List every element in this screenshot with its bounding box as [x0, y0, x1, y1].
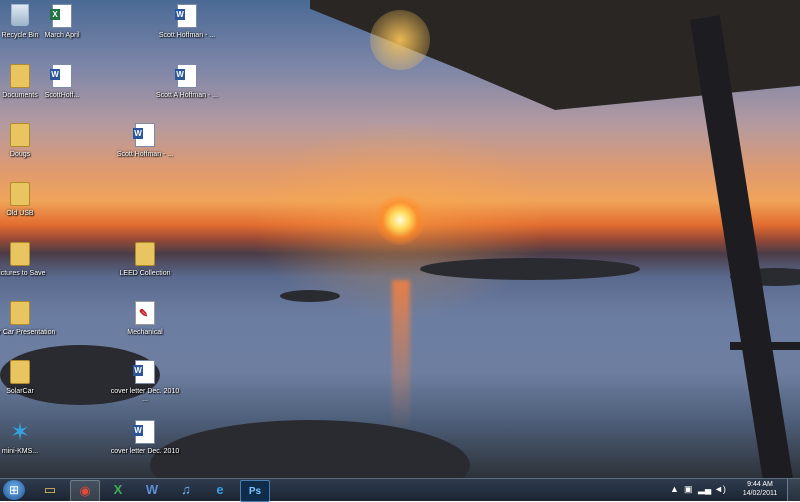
excel-icon: X: [113, 482, 123, 497]
sun: [375, 195, 425, 245]
itunes-icon: ♫: [181, 482, 191, 497]
file-explorer-icon: ▭: [43, 482, 57, 497]
device-icon[interactable]: ▣: [684, 484, 693, 495]
wing-strut-brace: [730, 342, 800, 350]
star-app-icon: ✶: [9, 419, 31, 446]
desktop-icon-label: Dougs: [9, 151, 31, 158]
taskbar-excel[interactable]: X: [104, 480, 132, 500]
folder-icon: [10, 360, 30, 384]
desktop-icon-label: ScottHoff...: [44, 92, 80, 99]
desktop-icon-label: mini-KMS...: [1, 448, 39, 455]
desktop-icon-label: Pictures to Save: [0, 270, 46, 277]
desktop-icon-label: cover letter Dec. 2010: [110, 448, 180, 455]
taskbar-photoshop[interactable]: Ps: [240, 480, 270, 502]
windows-logo-icon: ⊞: [9, 483, 20, 497]
desktop-icon-label: Scott Hoffman - ...: [116, 151, 174, 158]
desktop-icon-solarcar[interactable]: SolarCar: [0, 360, 56, 396]
taskbar-internet-explorer[interactable]: e: [206, 480, 234, 500]
desktop-icon-mechanical[interactable]: ✎ Mechanical: [109, 301, 181, 337]
clock[interactable]: 9:44 AM 14/02/2011: [738, 480, 782, 498]
island: [420, 258, 640, 280]
desktop-icon-mini-kms[interactable]: ✶ mini-KMS...: [0, 420, 56, 456]
folder-icon: [10, 182, 30, 206]
word-file-icon: W: [133, 360, 155, 384]
desktop-icon-old-usb[interactable]: Old USB: [0, 182, 56, 218]
pdf-file-icon: ✎: [135, 301, 155, 325]
sun-reflection: [392, 280, 410, 430]
photoshop-icon: Ps: [248, 486, 262, 497]
taskbar-chrome[interactable]: ◉: [70, 480, 100, 502]
desktop-icon-cover-letter-1[interactable]: W cover letter Dec. 2010 ...: [109, 360, 181, 404]
desktop-icon-solar-car-presentation[interactable]: Solar Car Presentation: [0, 301, 56, 337]
taskbar-file-explorer[interactable]: ▭: [36, 480, 64, 500]
word-file-icon: W: [133, 420, 155, 444]
desktop-icon-label: March April: [44, 32, 80, 39]
show-desktop-button[interactable]: [787, 479, 800, 501]
desktop-icon-dougs[interactable]: Dougs: [0, 123, 56, 159]
word-file-icon: W: [133, 123, 155, 147]
desktop-icon-label: Solar Car Presentation: [0, 329, 56, 336]
desktop-icon-label: Scott A Hoffman - ...: [155, 92, 219, 99]
desktop-icon-pictures-to-save[interactable]: Pictures to Save: [0, 242, 56, 278]
desktop-icon-scott-hoffman-2[interactable]: W Scott Hoffman - ...: [109, 123, 181, 159]
wing-glint: [370, 10, 430, 70]
desktop-icon-scotthoff[interactable]: W ScottHoff...: [26, 64, 98, 100]
chrome-icon: ◉: [79, 483, 91, 498]
desktop-icon-label: cover letter Dec. 2010 ...: [110, 388, 180, 403]
word-file-icon: W: [50, 64, 72, 88]
word-icon: W: [145, 482, 159, 497]
desktop-icon-label: Mechanical: [127, 329, 163, 336]
desktop-icon-label: LEED Collection: [119, 270, 171, 277]
island: [280, 290, 340, 302]
desktop-icon-scott-a-hoffman[interactable]: W Scott A Hoffman - ...: [151, 64, 223, 100]
show-hidden-icons-icon[interactable]: ▲: [670, 484, 679, 494]
desktop-icon-scott-hoffman-1[interactable]: W Scott Hoffman - ...: [151, 4, 223, 40]
folder-icon: [10, 123, 30, 147]
desktop-icon-march-april[interactable]: X March April: [26, 4, 98, 40]
internet-explorer-icon: e: [216, 482, 224, 497]
word-file-icon: W: [175, 64, 197, 88]
clock-time: 9:44 AM: [747, 481, 773, 488]
folder-icon: [10, 301, 30, 325]
folder-icon: [135, 242, 155, 266]
taskbar: ⊞ ▭ ◉ X W ♫ e Ps ▲ ▣ ▂▄ ◄) 9:44 AM 14/02…: [0, 478, 800, 502]
desktop-icon-cover-letter-2[interactable]: W cover letter Dec. 2010: [109, 420, 181, 456]
network-icon[interactable]: ▂▄: [698, 484, 711, 495]
taskbar-word[interactable]: W: [138, 480, 166, 500]
desktop-icon-label: SolarCar: [6, 388, 34, 395]
word-file-icon: W: [175, 4, 197, 28]
desktop-icon-leed-collection[interactable]: LEED Collection: [109, 242, 181, 278]
desktop-icon-label: Old USB: [6, 210, 34, 217]
island: [150, 420, 470, 478]
desktop-icon-label: Scott Hoffman - ...: [158, 32, 216, 39]
clock-date: 14/02/2011: [742, 490, 778, 497]
folder-icon: [10, 242, 30, 266]
start-button[interactable]: ⊞: [3, 480, 25, 500]
taskbar-itunes[interactable]: ♫: [172, 480, 200, 500]
desktop-wallpaper: Recycle Bin X March April W Scott Hoffma…: [0, 0, 800, 478]
volume-icon[interactable]: ◄): [714, 484, 726, 494]
excel-file-icon: X: [50, 4, 72, 28]
